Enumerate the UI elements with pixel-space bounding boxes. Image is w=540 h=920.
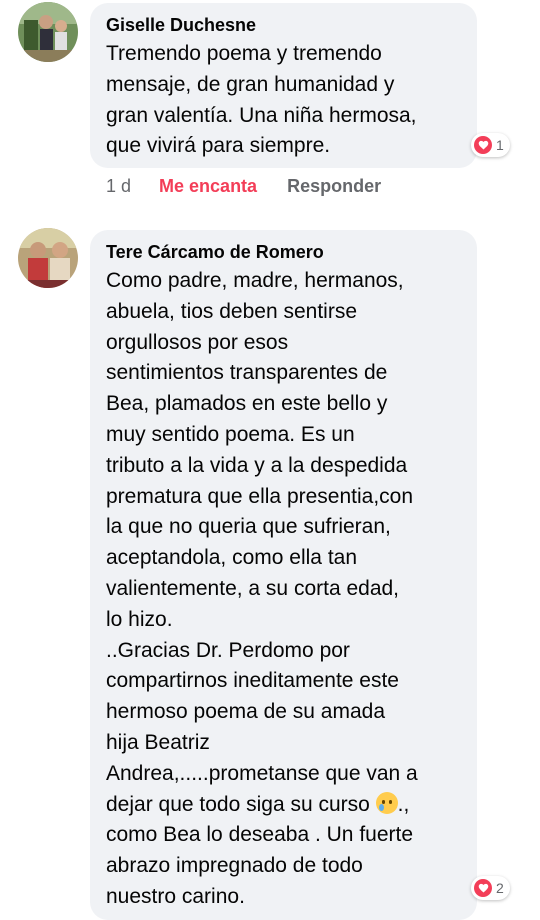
love-reaction-button[interactable]: Me encanta	[159, 176, 257, 197]
comment-timestamp[interactable]: 1 d	[106, 176, 131, 197]
comment-text: Como padre, madre, hermanos, abuela, tio…	[106, 266, 418, 913]
avatar[interactable]	[18, 2, 78, 62]
comment-author[interactable]: Tere Cárcamo de Romero	[106, 242, 324, 263]
comment-bubble: Tere Cárcamo de Romero Como padre, madre…	[90, 230, 477, 920]
comment-text: Tremendo poema y tremendo mensaje, de gr…	[106, 42, 417, 158]
reply-button[interactable]: Responder	[287, 176, 381, 197]
avatar[interactable]	[18, 228, 78, 288]
comment-author[interactable]: Giselle Duchesne	[106, 15, 256, 36]
reaction-summary[interactable]: 2	[471, 876, 510, 900]
heart-icon	[474, 136, 492, 154]
comment-actions: 1 d Me encanta Responder	[106, 176, 381, 197]
heart-icon	[474, 879, 492, 897]
crying-face-icon	[375, 791, 398, 814]
reaction-count: 2	[496, 880, 504, 896]
reaction-summary[interactable]: 1	[471, 133, 510, 157]
comment-bubble: Giselle Duchesne Tremendo poema y tremen…	[90, 3, 477, 168]
comment-text-part: Como padre, madre, hermanos, abuela, tio…	[106, 269, 418, 816]
reaction-count: 1	[496, 137, 504, 153]
